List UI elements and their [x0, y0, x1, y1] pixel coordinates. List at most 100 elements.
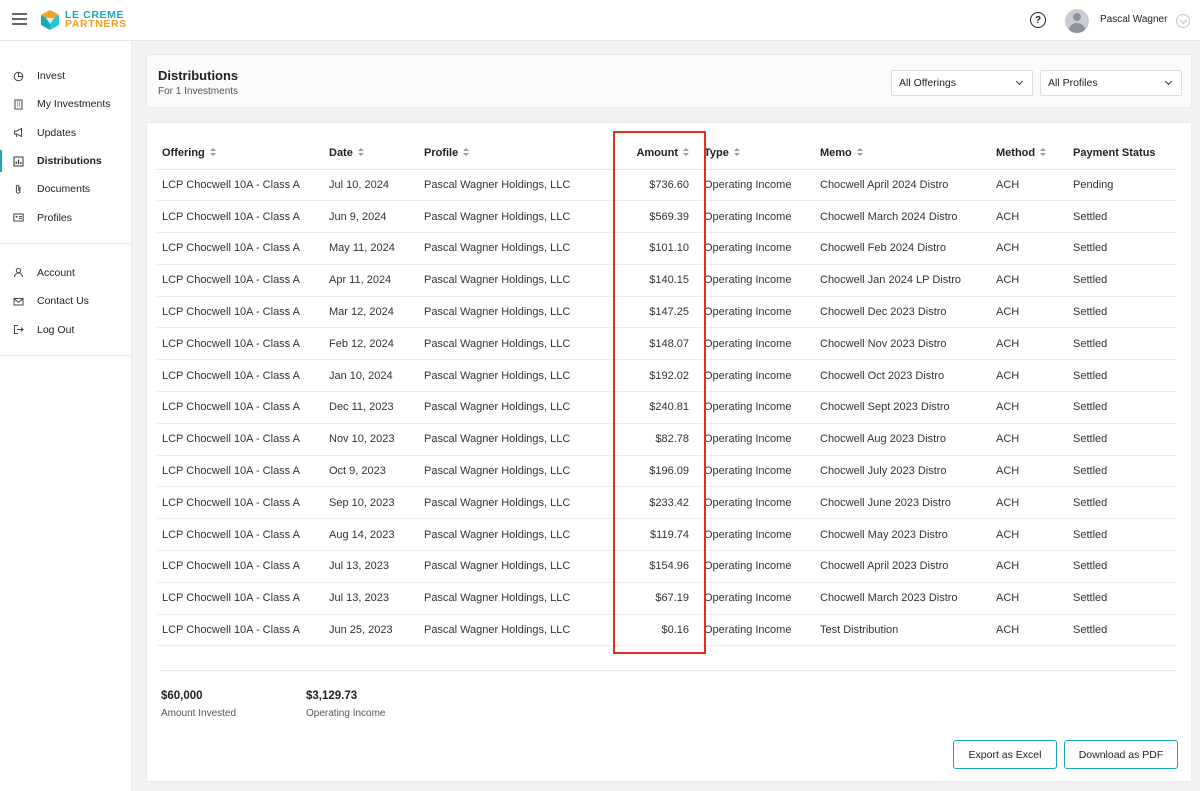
offering-cell: LCP Chocwell 10A - Class A	[157, 296, 324, 329]
date-cell: Jan 10, 2024	[324, 359, 419, 393]
sidebar-item-invest[interactable]: Invest	[0, 62, 131, 90]
payment-status-cell: Settled	[1068, 582, 1177, 615]
column-header-label: Type	[704, 146, 729, 159]
amount-cell: $119.74	[609, 518, 699, 552]
profile-cell: Pascal Wagner Holdings, LLC	[419, 200, 609, 234]
payment-status-cell: Settled	[1068, 232, 1177, 265]
memo-cell: Chocwell Aug 2023 Distro	[815, 423, 991, 456]
type-cell: Operating Income	[699, 264, 815, 297]
type-cell: Operating Income	[699, 486, 815, 520]
amount-cell: $147.25	[609, 296, 699, 329]
offering-cell: LCP Chocwell 10A - Class A	[157, 391, 324, 424]
table-row[interactable]: LCP Chocwell 10A - Class A May 11, 2024 Pa…	[157, 232, 1177, 265]
date-cell: Mar 12, 2024	[324, 296, 419, 329]
memo-cell: Test Distribution	[815, 614, 991, 647]
table-row[interactable]: LCP Chocwell 10A - Class A Aug 14, 2023 Pa…	[157, 518, 1177, 552]
sidebar-item-account[interactable]: Account	[0, 259, 131, 287]
export-excel-button[interactable]: Export as Excel	[953, 740, 1057, 769]
download-pdf-button[interactable]: Download as PDF	[1064, 740, 1178, 769]
profile-cell: Pascal Wagner Holdings, LLC	[419, 423, 609, 456]
table-row[interactable]: LCP Chocwell 10A - Class A Jul 10, 2024 Pa…	[157, 169, 1177, 202]
sidebar-item-label: Account	[37, 266, 75, 279]
column-header-profile[interactable]: Profile	[419, 137, 609, 170]
sidebar-item-distributions[interactable]: Distributions	[0, 147, 131, 175]
offerings-filter-select[interactable]: All Offerings	[891, 70, 1033, 96]
sort-icon[interactable]	[209, 147, 216, 157]
profiles-filter-select[interactable]: All Profiles	[1040, 70, 1182, 96]
summary-value: $3,129.73	[306, 690, 358, 702]
pie-chart-icon	[13, 71, 24, 82]
help-icon[interactable]: ?	[1030, 12, 1046, 28]
sort-icon[interactable]	[733, 147, 740, 157]
id-card-icon	[13, 212, 24, 223]
brand-logo[interactable]: LE CREME PARTNERS	[40, 9, 127, 31]
column-header-offering[interactable]: Offering	[157, 137, 324, 170]
type-cell: Operating Income	[699, 423, 815, 456]
amount-cell: $240.81	[609, 391, 699, 424]
table-row[interactable]: LCP Chocwell 10A - Class A Dec 11, 2023 Pa…	[157, 391, 1177, 424]
sidebar-item-profiles[interactable]: Profiles	[0, 203, 131, 231]
column-header-label: Memo	[820, 146, 852, 159]
payment-status-cell: Settled	[1068, 327, 1177, 361]
type-cell: Operating Income	[699, 296, 815, 329]
table-row[interactable]: LCP Chocwell 10A - Class A Jan 10, 2024 Pa…	[157, 359, 1177, 393]
logo-cube-icon	[41, 10, 59, 30]
user-name[interactable]: Pascal Wagner	[1100, 14, 1167, 25]
payment-status-cell: Settled	[1068, 391, 1177, 424]
offering-cell: LCP Chocwell 10A - Class A	[157, 550, 324, 583]
payment-status-cell: Settled	[1068, 359, 1177, 393]
memo-cell: Chocwell Feb 2024 Distro	[815, 232, 991, 265]
table-row[interactable]: LCP Chocwell 10A - Class A Apr 11, 2024 Pa…	[157, 264, 1177, 297]
offering-cell: LCP Chocwell 10A - Class A	[157, 232, 324, 265]
table-row[interactable]: LCP Chocwell 10A - Class A Oct 9, 2023 Pas…	[157, 455, 1177, 488]
table-row[interactable]: LCP Chocwell 10A - Class A Jun 9, 2024 Pas…	[157, 200, 1177, 234]
report-icon	[13, 156, 24, 167]
table-row[interactable]: LCP Chocwell 10A - Class A Mar 12, 2024 Pa…	[157, 296, 1177, 329]
offering-cell: LCP Chocwell 10A - Class A	[157, 327, 324, 361]
sort-icon[interactable]	[357, 147, 364, 157]
offering-cell: LCP Chocwell 10A - Class A	[157, 455, 324, 488]
sort-icon[interactable]	[856, 147, 863, 157]
logo-text: LE CREME PARTNERS	[65, 10, 127, 30]
distributions-table: Offering Date Profile Amount Type Memo M…	[157, 137, 1177, 647]
table-row[interactable]: LCP Chocwell 10A - Class A Sep 10, 2023 Pa…	[157, 486, 1177, 520]
hamburger-menu-icon[interactable]	[12, 13, 27, 25]
sidebar-item-updates[interactable]: Updates	[0, 119, 131, 147]
column-header-memo[interactable]: Memo	[815, 137, 991, 170]
column-header-method[interactable]: Method	[991, 137, 1068, 170]
table-row[interactable]: LCP Chocwell 10A - Class A Jul 13, 2023 Pa…	[157, 582, 1177, 615]
summary-divider	[160, 670, 1177, 671]
mail-icon	[13, 296, 24, 307]
table-row[interactable]: LCP Chocwell 10A - Class A Jul 13, 2023 Pa…	[157, 550, 1177, 583]
column-header-date[interactable]: Date	[324, 137, 419, 170]
sidebar-item-my-investments[interactable]: My Investments	[0, 90, 131, 118]
table-row[interactable]: LCP Chocwell 10A - Class A Nov 10, 2023 Pa…	[157, 423, 1177, 456]
column-header-type[interactable]: Type	[699, 137, 815, 170]
sort-icon[interactable]	[1040, 147, 1047, 157]
type-cell: Operating Income	[699, 200, 815, 234]
date-cell: Jun 9, 2024	[324, 200, 419, 234]
table-row[interactable]: LCP Chocwell 10A - Class A Jun 25, 2023 Pa…	[157, 614, 1177, 647]
sidebar-item-log-out[interactable]: Log Out	[0, 315, 131, 343]
sidebar-secondary-nav: Account Contact Us Log Out	[0, 244, 131, 356]
amount-cell: $101.10	[609, 232, 699, 265]
date-cell: Oct 9, 2023	[324, 455, 419, 488]
date-cell: Feb 12, 2024	[324, 327, 419, 361]
page-header: Distributions For 1 Investments All Offe…	[146, 54, 1192, 108]
payment-status-cell: Settled	[1068, 264, 1177, 297]
sort-icon[interactable]	[463, 147, 470, 157]
user-icon	[13, 267, 24, 278]
amount-cell: $192.02	[609, 359, 699, 393]
amount-cell: $140.15	[609, 264, 699, 297]
sidebar-item-contact-us[interactable]: Contact Us	[0, 287, 131, 315]
user-menu-chevron-down-icon[interactable]	[1176, 14, 1190, 28]
date-cell: Jul 10, 2024	[324, 169, 419, 202]
payment-status-cell: Settled	[1068, 200, 1177, 234]
top-bar: LE CREME PARTNERS ? Pascal Wagner	[0, 0, 1200, 41]
avatar[interactable]	[1065, 9, 1089, 33]
sidebar-item-documents[interactable]: Documents	[0, 175, 131, 203]
column-header-amount[interactable]: Amount	[609, 137, 699, 170]
distributions-card: Offering Date Profile Amount Type Memo M…	[146, 122, 1192, 782]
sort-icon[interactable]	[683, 147, 689, 157]
table-row[interactable]: LCP Chocwell 10A - Class A Feb 12, 2024 Pa…	[157, 327, 1177, 361]
